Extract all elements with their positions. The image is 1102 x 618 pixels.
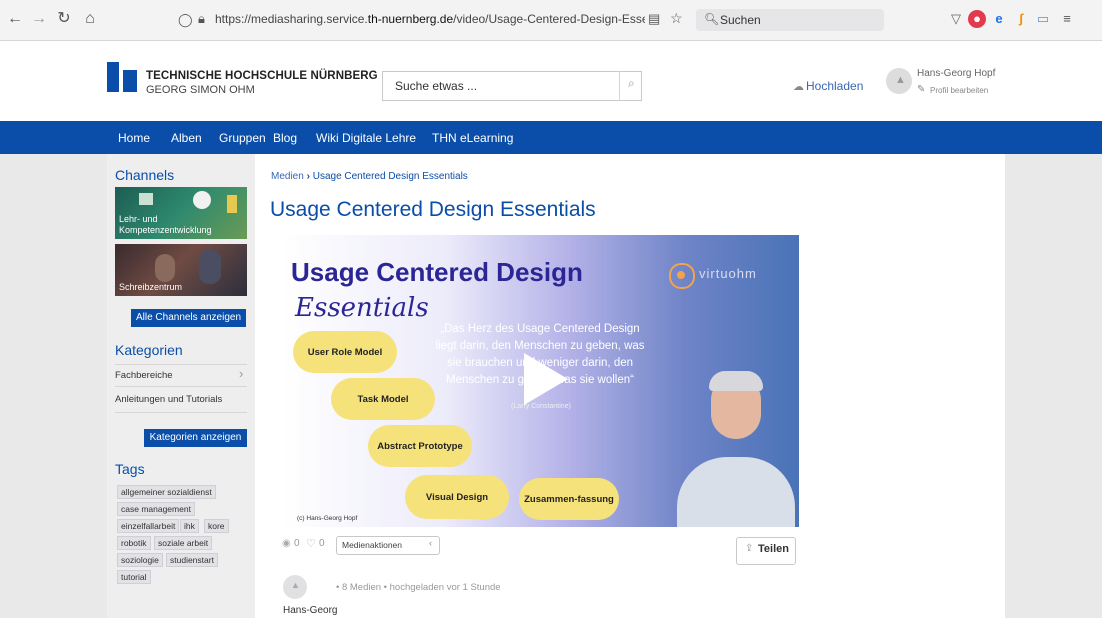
user-name[interactable]: Hans-Georg Hopf — [917, 68, 995, 79]
categories-button[interactable]: Kategorien anzeigen — [144, 429, 247, 447]
divider — [115, 412, 247, 413]
tag[interactable]: soziologie — [117, 553, 163, 567]
browser-search-placeholder: Suchen — [720, 13, 761, 27]
site-search-icon[interactable]: ⌕ — [628, 76, 635, 91]
tag[interactable]: kore — [204, 519, 229, 533]
reload-icon[interactable]: ↻ — [53, 8, 75, 30]
divider — [115, 386, 247, 387]
play-icon[interactable] — [524, 353, 568, 405]
upload-link[interactable]: Hochladen — [806, 79, 863, 93]
channel-card[interactable]: Lehr- und Kompetenzentwicklung — [115, 187, 247, 239]
virtuohm-dot — [677, 271, 685, 279]
cloud-upload-icon[interactable]: ☁ — [793, 80, 804, 93]
pocket-icon[interactable]: ▽ — [947, 10, 965, 28]
share-icon: ⇪ — [745, 543, 754, 554]
home-icon[interactable]: ⌂ — [79, 8, 101, 30]
divider — [115, 364, 247, 365]
logo-line1: TECHNISCHE HOCHSCHULE NÜRNBERG — [146, 70, 378, 82]
video-copyright: (c) Hans-Georg Hopf — [297, 515, 358, 522]
channel-illustration — [139, 193, 153, 205]
breadcrumb: Medien › Usage Centered Design Essential… — [271, 171, 468, 182]
site-search-placeholder: Suche etwas ... — [395, 79, 478, 93]
channel-label: Schreibzentrum — [119, 282, 183, 292]
tag[interactable]: einzelfallarbeit — [117, 519, 180, 533]
extension-e-icon[interactable]: e — [990, 10, 1008, 28]
heart-icon[interactable]: ♡ — [306, 537, 316, 550]
back-icon[interactable]: ← — [4, 8, 26, 30]
user-icon: ▲ — [291, 580, 300, 590]
categories-title: Kategorien — [115, 342, 183, 358]
thn-logo-icon — [107, 62, 137, 92]
forward-icon[interactable]: → — [28, 8, 50, 30]
brand-label: virtuohm — [699, 266, 757, 281]
video-pill: Task Model — [331, 378, 435, 420]
lock-icon[interactable]: 🔒︎ — [198, 11, 205, 27]
shield-icon[interactable]: ◯ — [178, 12, 193, 28]
logo-line2: GEORG SIMON OHM — [146, 84, 255, 96]
nav-home[interactable]: Home — [118, 131, 150, 145]
tags-title: Tags — [115, 461, 145, 477]
presenter-hair — [709, 371, 763, 391]
extension-doc-icon[interactable]: ▭ — [1034, 10, 1052, 28]
tag[interactable]: allgemeiner sozialdienst — [117, 485, 216, 499]
video-pill: Visual Design — [405, 475, 509, 519]
video-subheading: Essentials — [295, 293, 429, 323]
tag[interactable]: case management — [117, 502, 195, 516]
uploader-meta: • 8 Medien • hochgeladen vor 1 Stunde — [336, 582, 501, 593]
user-icon: ▲ — [895, 74, 906, 86]
video-pill: User Role Model — [293, 331, 397, 373]
tag[interactable]: tutorial — [117, 570, 151, 584]
profile-edit-link[interactable]: Profil bearbeiten — [930, 86, 988, 95]
chevron-right-icon: › — [306, 171, 310, 182]
nav-wiki[interactable]: Wiki Digitale Lehre — [316, 131, 416, 145]
channels-title: Channels — [115, 167, 175, 183]
search-divider — [619, 71, 620, 101]
nav-blog[interactable]: Blog — [273, 131, 297, 145]
tag[interactable]: robotik — [117, 536, 151, 550]
channel-illustration — [199, 250, 221, 284]
video-pill: Abstract Prototype — [368, 425, 472, 467]
video-player[interactable]: Usage Centered Design Essentials virtuoh… — [281, 235, 799, 527]
tag[interactable]: ihk — [180, 519, 199, 533]
main-navbar — [0, 121, 1102, 154]
category-item[interactable]: Fachbereiche — [115, 370, 245, 381]
menu-icon[interactable]: ≡ — [1058, 10, 1076, 28]
nav-alben[interactable]: Alben — [171, 131, 202, 145]
channel-illustration — [227, 195, 237, 213]
all-channels-button[interactable]: Alle Channels anzeigen — [131, 309, 246, 327]
chevron-left-icon: ‹ — [429, 538, 432, 548]
nav-elearning[interactable]: THN eLearning — [432, 131, 513, 145]
channel-label: Lehr- und Kompetenzentwicklung — [119, 214, 212, 235]
chevron-right-icon[interactable]: › — [239, 366, 243, 381]
nav-gruppen[interactable]: Gruppen — [219, 131, 266, 145]
channel-illustration — [193, 191, 211, 209]
channel-card[interactable]: Schreibzentrum — [115, 244, 247, 296]
tag[interactable]: soziale arbeit — [154, 536, 213, 550]
page-title: Usage Centered Design Essentials — [270, 198, 596, 221]
category-item[interactable]: Anleitungen und Tutorials — [115, 394, 245, 405]
bookmark-star-icon[interactable]: ☆ — [670, 10, 683, 27]
pencil-icon: ✎ — [917, 84, 926, 95]
extension-red-icon[interactable]: ● — [968, 10, 986, 28]
reader-icon[interactable]: ▤ — [648, 11, 660, 27]
breadcrumb-root[interactable]: Medien — [271, 171, 304, 182]
media-actions-label: Medienaktionen — [342, 540, 403, 550]
tag[interactable]: studienstart — [166, 553, 218, 567]
views-count: 0 — [294, 538, 300, 549]
extension-orange-icon[interactable]: ʃ — [1012, 10, 1030, 28]
video-pill: Zusammen-fassung — [519, 478, 619, 520]
url-text[interactable]: https://mediasharing.service.th-nuernber… — [215, 12, 645, 26]
channel-illustration — [155, 254, 175, 282]
likes-count: 0 — [319, 538, 325, 549]
video-heading: Usage Centered Design — [291, 257, 583, 287]
search-icon: 🔍︎ — [704, 12, 720, 26]
share-label: Teilen — [758, 543, 789, 555]
breadcrumb-current[interactable]: Usage Centered Design Essentials — [313, 171, 468, 182]
eye-icon: ◉ — [282, 538, 291, 549]
uploader-name[interactable]: Hans-Georg — [283, 605, 337, 616]
